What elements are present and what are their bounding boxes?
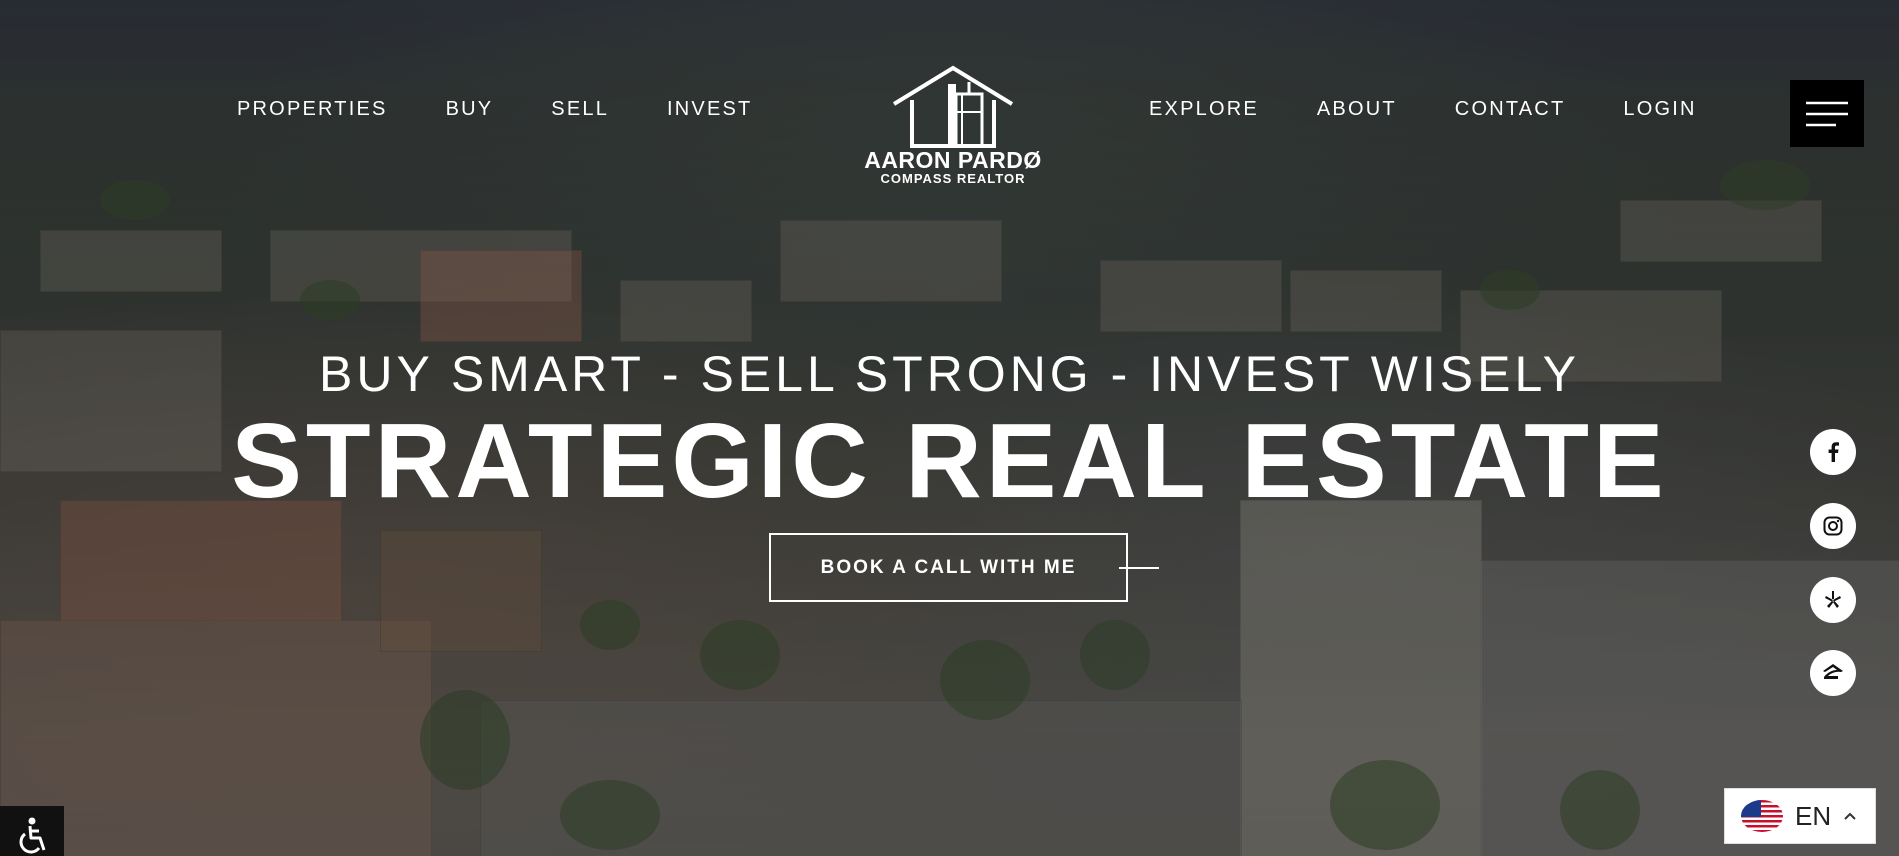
yelp-icon	[1825, 591, 1841, 608]
nav-right: EXPLORE ABOUT CONTACT LOGIN	[1149, 98, 1697, 121]
wheelchair-icon	[19, 817, 46, 854]
hero-tagline: BUY SMART - SELL STRONG - INVEST WISELY	[319, 346, 1580, 402]
instagram-icon	[1823, 516, 1843, 536]
nav-left: PROPERTIES BUY SELL INVEST	[237, 98, 752, 121]
logo-name: AARON PARDØ	[864, 147, 1042, 173]
nav-link-invest[interactable]: INVEST	[667, 98, 752, 121]
zillow-icon	[1823, 664, 1843, 679]
nav-link-about[interactable]: ABOUT	[1317, 98, 1397, 121]
accessibility-button[interactable]	[0, 806, 64, 856]
facebook-link[interactable]	[1810, 429, 1856, 475]
yelp-link[interactable]	[1810, 577, 1856, 623]
zillow-link[interactable]	[1810, 650, 1856, 696]
logo-subtitle: COMPASS REALTOR	[880, 171, 1026, 186]
hamburger-menu-icon	[1806, 101, 1848, 126]
nav-link-sell[interactable]: SELL	[551, 98, 609, 121]
chevron-up-icon	[1844, 812, 1856, 820]
nav-link-contact[interactable]: CONTACT	[1455, 98, 1566, 121]
nav-link-explore[interactable]: EXPLORE	[1149, 98, 1259, 121]
book-call-button[interactable]: BOOK A CALL WITH ME	[769, 533, 1128, 602]
cta-decorative-line	[1119, 567, 1159, 569]
facebook-icon	[1828, 442, 1839, 462]
instagram-link[interactable]	[1810, 503, 1856, 549]
nav-link-buy[interactable]: BUY	[446, 98, 494, 121]
us-flag-icon	[1741, 800, 1783, 832]
hero-headline: STRATEGIC REAL ESTATE	[231, 402, 1668, 520]
nav-link-login[interactable]: LOGIN	[1623, 98, 1696, 121]
language-selector[interactable]: EN	[1724, 788, 1876, 844]
house-logo-icon	[892, 65, 1014, 148]
logo[interactable]: AARON PARDØ COMPASS REALTOR	[858, 64, 1048, 189]
menu-button[interactable]	[1790, 80, 1864, 147]
language-code: EN	[1795, 800, 1832, 831]
hero-section: PROPERTIES BUY SELL INVEST AARON PARDØ C…	[0, 0, 1899, 856]
nav-link-properties[interactable]: PROPERTIES	[237, 98, 388, 121]
